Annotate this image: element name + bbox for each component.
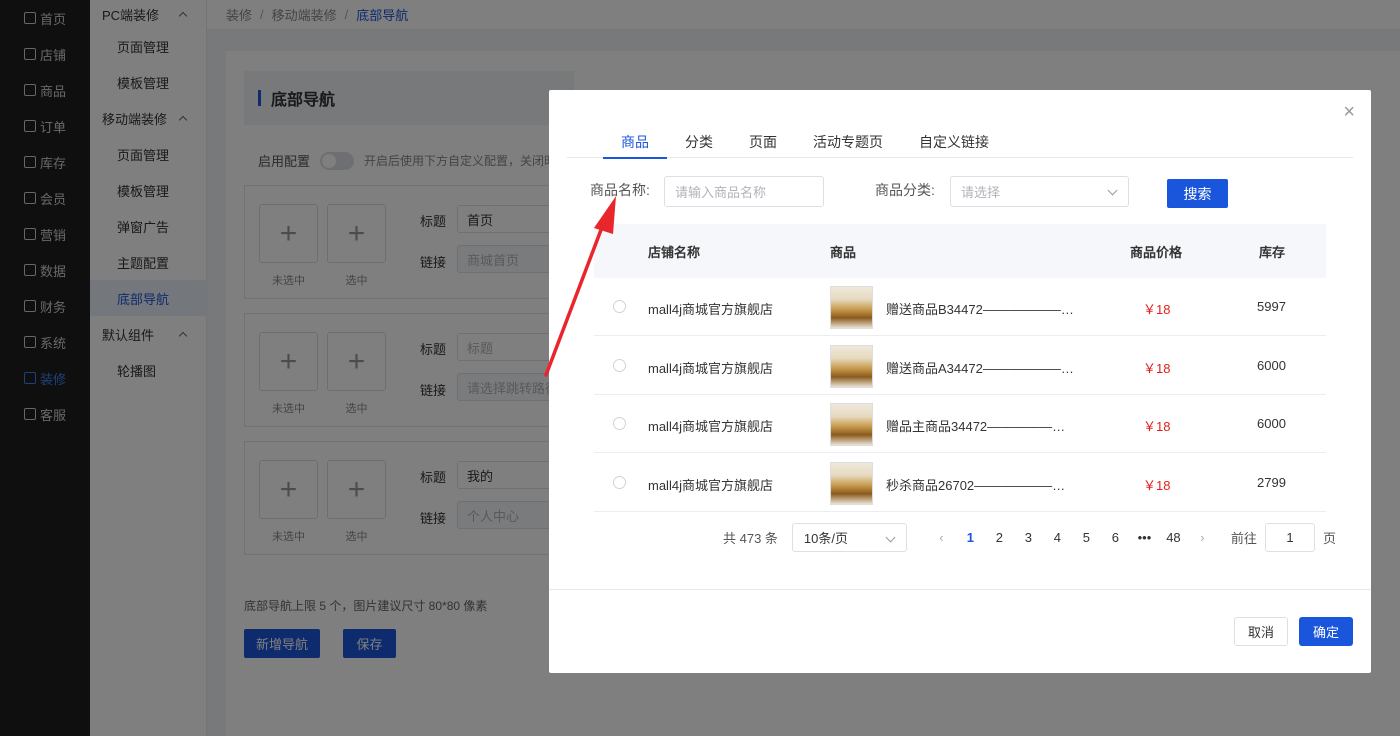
stock-cell: 6000 [1257,357,1286,373]
stock-cell: 2799 [1257,474,1286,490]
pagination-total: 共 473 条 [723,530,778,546]
column-header-stock: 库存 [1259,245,1286,260]
close-icon[interactable]: × [1343,102,1355,122]
link-select-dialog: × 商品 分类 页面 活动专题页 自定义链接 商品名称: 请输入商品名称 商品分类: 请… [549,90,1371,673]
product-name-cell: 秒杀商品26702—————————商品 [886,477,1076,493]
stock-cell: 6000 [1257,416,1286,431]
product-name-cell: 赠送商品A34472—————————————— [886,360,1076,376]
dialog-tab[interactable]: 活动专题页 [795,125,901,158]
product-category-select[interactable]: 请选择 [950,176,1129,207]
product-name-cell: 赠送商品B34472—————————————— [886,302,1076,317]
product-category-label: 商品分类: [875,182,935,198]
dialog-tab[interactable]: 商品 [603,125,667,159]
page-size-select[interactable]: 10条/页 [791,522,907,552]
page-numbers: 1 2 3 4 5 6 ••• 48 [956,530,1188,545]
column-header-product: 商品 [830,245,857,260]
chevron-down-icon [1107,185,1118,196]
price-cell: ￥18 [1143,302,1171,317]
dialog-tab[interactable]: 自定义链接 [901,125,1007,158]
column-header-price: 商品价格 [1130,245,1183,260]
page-number[interactable]: 48 [1159,530,1188,545]
stock-cell: 5997 [1257,299,1286,314]
goto-suffix: 页 [1322,530,1336,546]
row-radio[interactable] [613,417,626,430]
product-thumbnail [830,403,873,446]
goto-label: 前往 [1230,530,1257,546]
page-number[interactable]: 2 [985,530,1014,545]
price-cell: ￥18 [1143,419,1171,434]
shop-name-cell: mall4j商城官方旗舰店 [648,302,773,317]
page-number[interactable]: 3 [1014,530,1043,545]
product-thumbnail [830,286,873,329]
dialog-tabs: 商品 分类 页面 活动专题页 自定义链接 [567,125,1353,159]
product-thumbnail [830,461,873,505]
price-cell: ￥18 [1143,477,1171,493]
dialog-tab[interactable]: 页面 [731,125,795,158]
product-name-label: 商品名称: [590,182,650,198]
table-row[interactable]: mall4j商城官方旗舰店 赠送商品B34472—————————————— ￥18… [594,278,1326,336]
product-name-input[interactable]: 请输入商品名称 [664,176,824,207]
page-number[interactable]: 5 [1072,530,1101,545]
table-row[interactable]: mall4j商城官方旗舰店 赠送商品A34472—————————————— ￥18… [594,337,1326,395]
shop-name-cell: mall4j商城官方旗舰店 [648,419,773,434]
prev-page-icon[interactable]: ‹ [927,530,956,545]
more-pages-icon[interactable]: ••• [1130,530,1159,545]
dialog-tab[interactable]: 分类 [667,125,731,158]
page-number[interactable]: 6 [1101,530,1130,545]
row-radio[interactable] [613,358,626,372]
goto-page-input[interactable]: 1 [1264,522,1315,552]
table-row[interactable]: mall4j商城官方旗舰店 秒杀商品26702—————————商品 ￥18 2799 [594,454,1326,512]
search-button[interactable]: 搜索 [1167,179,1228,208]
price-cell: ￥18 [1143,360,1171,376]
product-name-cell: 赠品主商品34472—————————————— [886,419,1076,434]
pagination: 共 473 条 10条/页 ‹ 1 2 3 4 5 6 ••• 48 › 前往 1 页 [723,522,1336,552]
row-radio[interactable] [613,300,626,313]
product-thumbnail [830,344,873,388]
chevron-down-icon [885,532,896,542]
page-size-value: 10条/页 [803,530,848,546]
page-number[interactable]: 4 [1043,530,1072,545]
shop-name-cell: mall4j商城官方旗舰店 [648,477,773,493]
category-placeholder: 请选择 [961,185,1001,200]
table-row[interactable]: mall4j商城官方旗舰店 赠品主商品34472—————————————— ￥18… [594,395,1326,453]
column-header-shop: 店铺名称 [648,245,701,260]
shop-name-cell: mall4j商城官方旗舰店 [648,360,773,376]
page-number[interactable]: 1 [956,530,985,545]
table-header: 店铺名称 商品 商品价格 库存 [594,224,1326,278]
confirm-button[interactable]: 确定 [1299,617,1353,646]
row-radio[interactable] [613,475,626,489]
next-page-icon[interactable]: › [1188,530,1217,545]
dialog-footer-divider [549,589,1371,590]
cancel-button[interactable]: 取消 [1234,617,1288,646]
